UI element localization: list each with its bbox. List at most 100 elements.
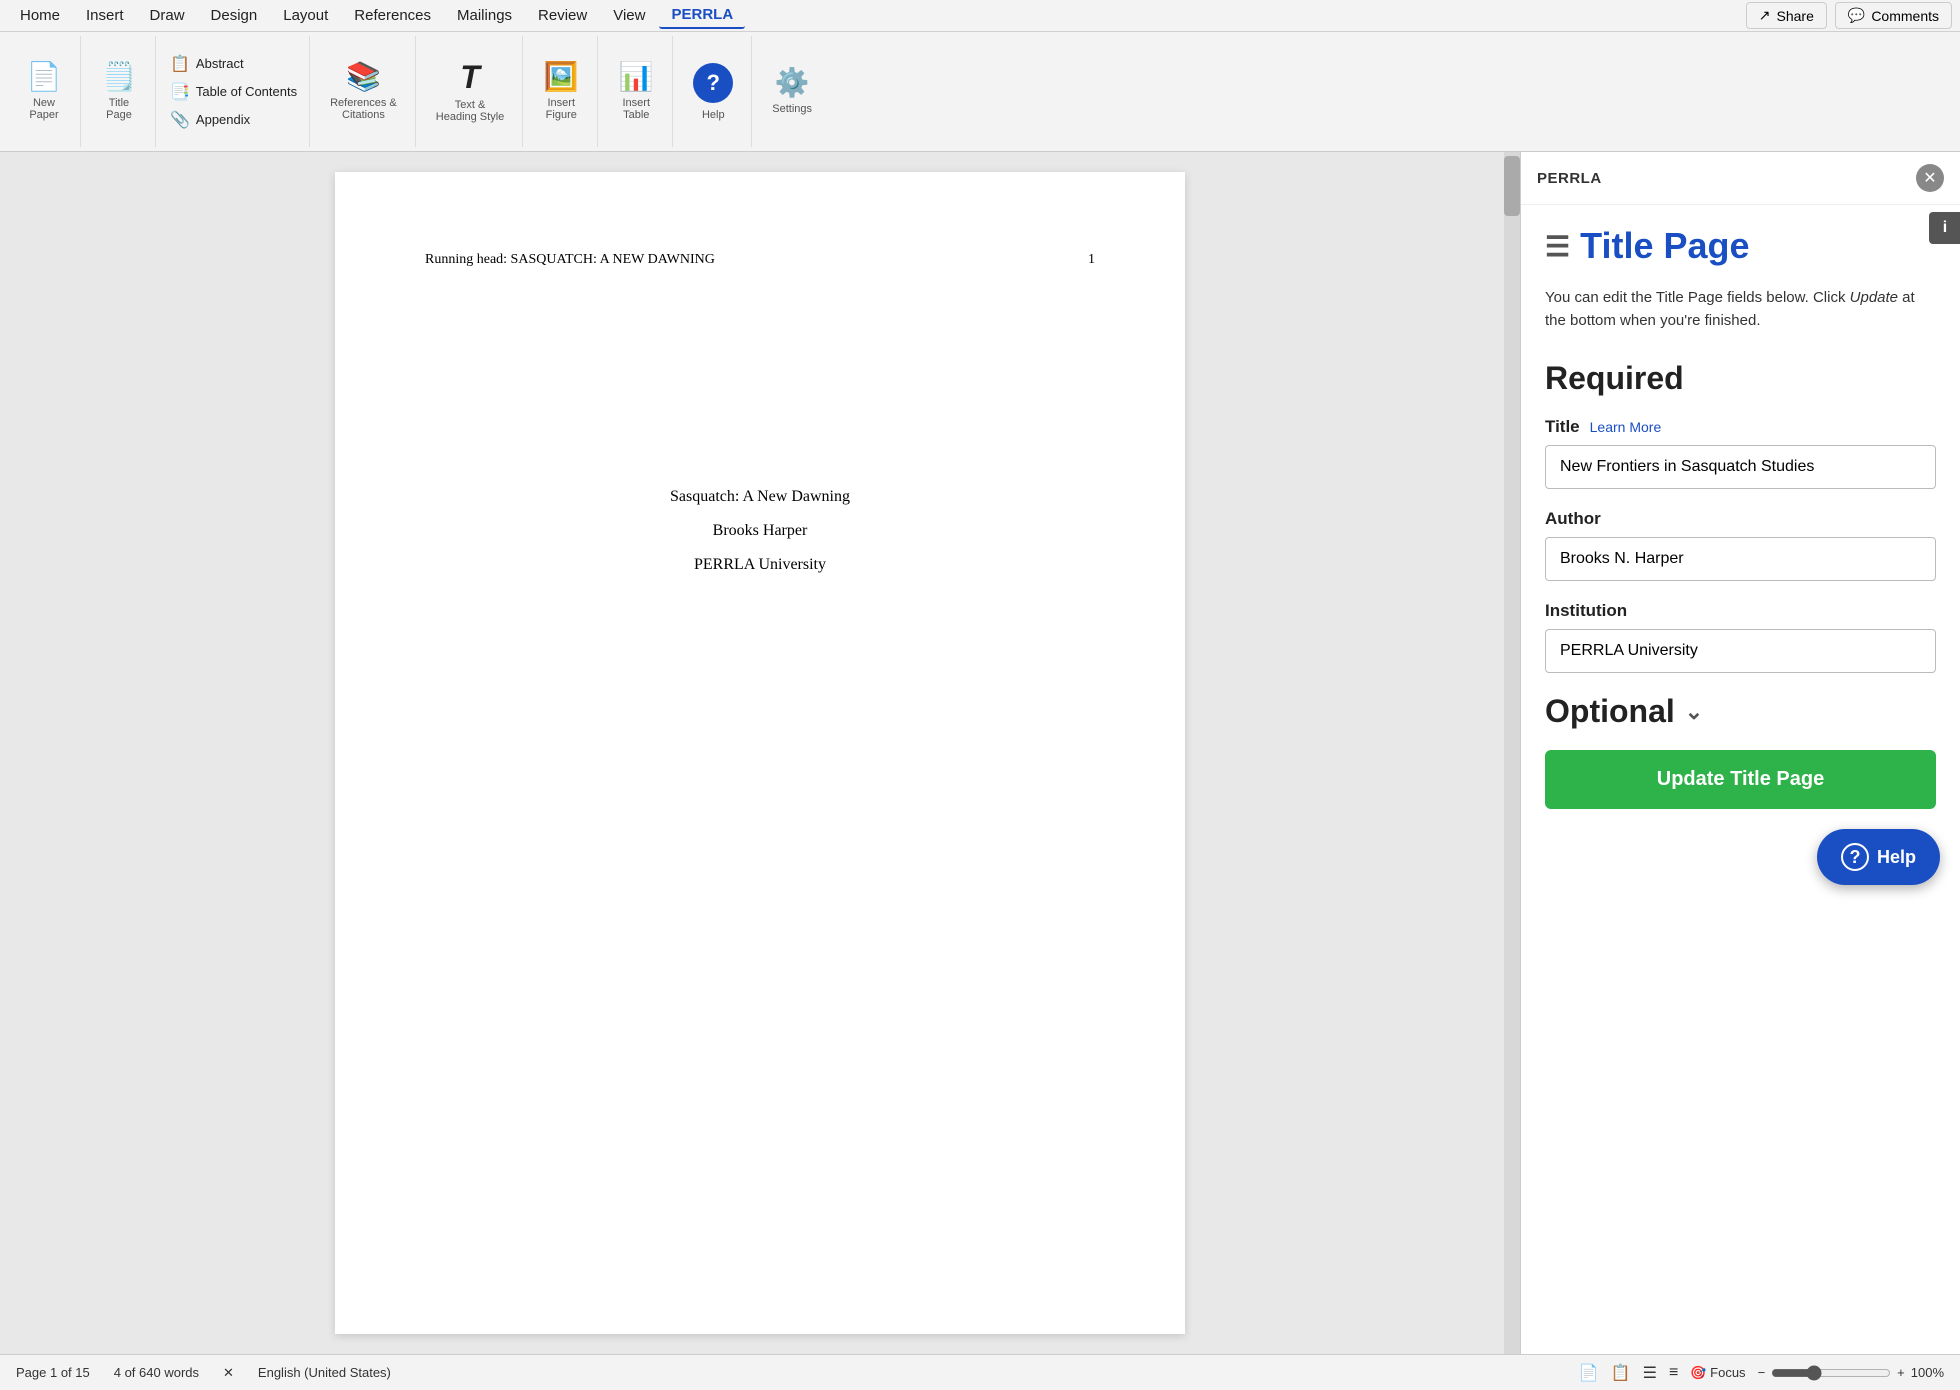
institution-input[interactable] (1545, 629, 1936, 673)
title-input[interactable] (1545, 445, 1936, 489)
scrollbar-thumb[interactable] (1504, 156, 1520, 216)
document-header: Running head: SASQUATCH: A NEW DAWNING 1 (425, 252, 1095, 268)
document-title: Sasquatch: A New Dawning (670, 488, 850, 506)
view-icon-1[interactable]: 📄 (1579, 1363, 1599, 1383)
text-style-icon: T (460, 61, 480, 93)
document-institution: PERRLA University (694, 556, 826, 574)
title-field-group: Title Learn More (1545, 417, 1936, 489)
page-info: Page 1 of 15 (16, 1365, 90, 1380)
ribbon-group-new-paper: 📄 New Paper (8, 36, 81, 147)
author-field-group: Author (1545, 509, 1936, 581)
document-page: Running head: SASQUATCH: A NEW DAWNING 1… (335, 172, 1185, 1334)
focus-button[interactable]: 🎯 Focus (1690, 1365, 1745, 1381)
panel-info-button[interactable]: i (1929, 212, 1960, 244)
optional-chevron-icon: ⌄ (1685, 699, 1703, 725)
settings-icon: ⚙️ (775, 69, 810, 97)
ribbon-group-title-page: 🗒️ Title Page (83, 36, 156, 147)
insert-figure-icon: 🖼️ (544, 63, 579, 91)
comments-button[interactable]: 💬 Comments (1835, 2, 1952, 29)
track-changes-icon[interactable]: ✕ (223, 1365, 234, 1381)
references-citations-button[interactable]: 📚 References & Citations (320, 57, 407, 127)
word-count: 4 of 640 words (114, 1365, 199, 1380)
institution-field-label: Institution (1545, 601, 1936, 621)
appendix-button[interactable]: 📎 Appendix (162, 107, 305, 133)
ribbon-group-references: 📚 References & Citations (312, 36, 416, 147)
text-heading-style-button[interactable]: T Text & Heading Style (426, 55, 515, 129)
new-paper-icon: 📄 (27, 63, 62, 91)
page-number: 1 (1088, 252, 1095, 268)
update-title-page-button[interactable]: Update Title Page (1545, 750, 1936, 809)
menu-home[interactable]: Home (8, 3, 72, 28)
title-page-button[interactable]: 🗒️ Title Page (91, 57, 147, 127)
menu-insert[interactable]: Insert (74, 3, 136, 28)
optional-heading[interactable]: Optional ⌄ (1545, 693, 1936, 730)
help-fab-button[interactable]: ? Help (1817, 829, 1940, 885)
menu-perrla[interactable]: PERRLA (659, 2, 745, 29)
running-head: Running head: SASQUATCH: A NEW DAWNING (425, 252, 715, 268)
zoom-increase-button[interactable]: + (1897, 1365, 1905, 1380)
abstract-button[interactable]: 📋 Abstract (162, 51, 305, 77)
document-scroll[interactable]: Running head: SASQUATCH: A NEW DAWNING 1… (0, 152, 1520, 1354)
institution-field-group: Institution (1545, 601, 1936, 673)
menu-design[interactable]: Design (199, 3, 270, 28)
perrla-panel: PERRLA ✕ i ☰ Title Page You can edit the… (1520, 152, 1960, 1354)
new-paper-button[interactable]: 📄 New Paper (16, 57, 72, 127)
comments-icon: 💬 (1848, 7, 1865, 24)
document-body: Sasquatch: A New Dawning Brooks Harper P… (425, 488, 1095, 574)
menu-draw[interactable]: Draw (138, 3, 197, 28)
panel-close-button[interactable]: ✕ (1916, 164, 1944, 192)
table-of-contents-button[interactable]: 📑 Table of Contents (162, 79, 305, 105)
help-fab-icon: ? (1841, 843, 1869, 871)
info-icon: i (1943, 219, 1947, 237)
required-heading: Required (1545, 360, 1936, 397)
close-icon: ✕ (1923, 168, 1936, 188)
insert-figure-button[interactable]: 🖼️ Insert Figure (533, 57, 589, 127)
menu-mailings[interactable]: Mailings (445, 3, 524, 28)
view-icon-3[interactable]: ☰ (1643, 1363, 1657, 1383)
settings-button[interactable]: ⚙️ Settings (762, 63, 822, 121)
status-bar: Page 1 of 15 4 of 640 words ✕ English (U… (0, 1354, 1960, 1390)
view-icon-4[interactable]: ≡ (1669, 1364, 1678, 1382)
author-input[interactable] (1545, 537, 1936, 581)
share-button[interactable]: ↗ Share (1746, 2, 1827, 29)
ribbon: 📄 New Paper 🗒️ Title Page 📋 Abstract 📑 T… (0, 32, 1960, 152)
menu-view[interactable]: View (601, 3, 657, 28)
ribbon-group-help: ? Help (675, 36, 752, 147)
document-area: Running head: SASQUATCH: A NEW DAWNING 1… (0, 152, 1520, 1354)
author-field-label: Author (1545, 509, 1936, 529)
document-author: Brooks Harper (713, 522, 808, 540)
share-icon: ↗ (1759, 7, 1771, 24)
ribbon-group-insert-figure: 🖼️ Insert Figure (525, 36, 598, 147)
abstract-icon: 📋 (170, 54, 190, 74)
toc-icon: 📑 (170, 82, 190, 102)
view-icon-2[interactable]: 📋 (1611, 1363, 1631, 1383)
panel-title: PERRLA (1537, 170, 1602, 187)
help-button[interactable]: ? Help (683, 57, 743, 127)
main-area: Running head: SASQUATCH: A NEW DAWNING 1… (0, 152, 1960, 1354)
menu-review[interactable]: Review (526, 3, 599, 28)
title-page-icon: 🗒️ (102, 63, 137, 91)
appendix-icon: 📎 (170, 110, 190, 130)
status-right: 📄 📋 ☰ ≡ 🎯 Focus − + 100% (1579, 1363, 1944, 1383)
zoom-percent: 100% (1911, 1365, 1944, 1380)
ribbon-group-insert-table: 📊 Insert Table (600, 36, 673, 147)
hamburger-icon[interactable]: ☰ (1545, 230, 1570, 263)
ribbon-group-text-style: T Text & Heading Style (418, 36, 524, 147)
panel-description: You can edit the Title Page fields below… (1545, 287, 1936, 332)
focus-icon: 🎯 (1690, 1365, 1706, 1380)
zoom-decrease-button[interactable]: − (1758, 1365, 1766, 1380)
menu-layout[interactable]: Layout (271, 3, 340, 28)
doc-vertical-scrollbar[interactable] (1504, 152, 1520, 1354)
ribbon-group-settings: ⚙️ Settings (754, 36, 830, 147)
zoom-slider[interactable] (1771, 1365, 1891, 1381)
title-learn-more-link[interactable]: Learn More (1590, 419, 1662, 435)
menu-references[interactable]: References (342, 3, 443, 28)
menu-bar: Home Insert Draw Design Layout Reference… (0, 0, 1960, 32)
help-icon: ? (693, 63, 733, 103)
references-icon: 📚 (346, 63, 381, 91)
title-field-label: Title Learn More (1545, 417, 1936, 437)
panel-content: ☰ Title Page You can edit the Title Page… (1521, 205, 1960, 829)
zoom-control: − + 100% (1758, 1365, 1944, 1381)
ribbon-group-doc-parts: 📋 Abstract 📑 Table of Contents 📎 Appendi… (158, 36, 310, 147)
insert-table-button[interactable]: 📊 Insert Table (608, 57, 664, 127)
